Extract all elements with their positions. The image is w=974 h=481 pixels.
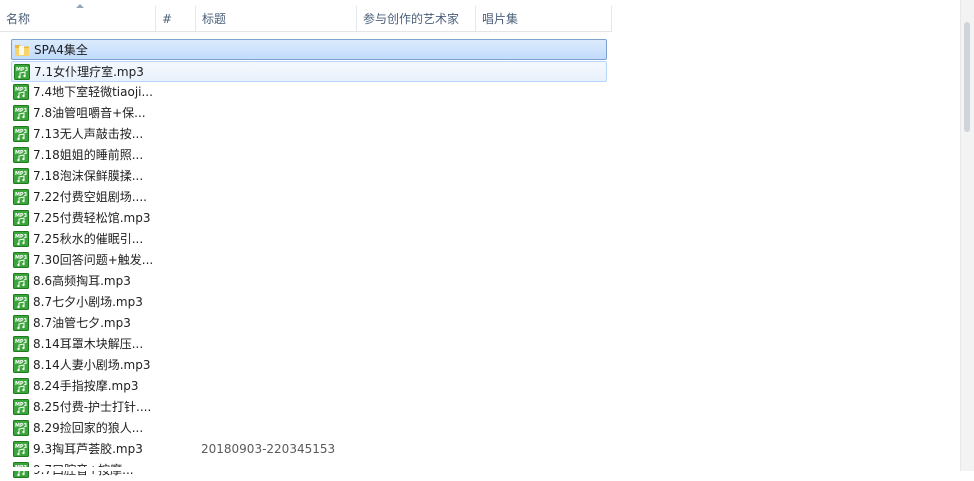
list-item[interactable]: MP3 7.25秋水的催眠引... (11, 229, 607, 250)
list-item[interactable]: MP3 7.18泡沫保鲜膜揉... (11, 166, 607, 187)
list-item-name: 9.3掏耳芦荟胶.mp3 (33, 442, 143, 456)
mp3-file-icon: MP3 (13, 168, 29, 184)
mp3-file-icon: MP3 (13, 378, 29, 394)
column-header-artist-label: 参与创作的艺术家 (363, 12, 460, 26)
column-header-name[interactable]: 名称 (0, 0, 156, 31)
list-item-title: 20180903-220345153 (201, 442, 336, 456)
list-item[interactable]: MP3 8.7七夕小剧场.mp3 (11, 292, 607, 313)
list-item[interactable]: MP3 7.30回答问题+触发... (11, 250, 607, 271)
list-item[interactable]: MP3 8.25付费-护士打针.... (11, 397, 607, 418)
column-divider[interactable] (611, 6, 612, 31)
mp3-file-icon: MP3 (13, 315, 29, 331)
list-item-name: 8.14人妻小剧场.mp3 (33, 358, 151, 372)
list-item[interactable]: MP3 8.14人妻小剧场.mp3 (11, 355, 607, 376)
column-header-title[interactable]: 标题 (196, 0, 357, 31)
list-item-name: 7.18姐姐的睡前照... (33, 148, 144, 162)
mp3-file-icon: MP3 (13, 336, 29, 352)
mp3-file-icon: MP3 (13, 210, 29, 226)
list-item[interactable]: MP3 7.18姐姐的睡前照... (11, 145, 607, 166)
list-item-name: 7.22付费空姐剧场.... (33, 190, 147, 204)
list-item[interactable]: MP3 7.8油管咀嚼音+保... (11, 103, 607, 124)
list-item-name: SPA4集全 (34, 43, 88, 57)
list-item[interactable]: MP3 7.4地下室轻微tiaoji... (11, 82, 607, 103)
list-item[interactable]: MP3 7.13无人声敲击按... (11, 124, 607, 145)
list-item-name: 7.13无人声敲击按... (33, 127, 144, 141)
column-header-number[interactable]: # (156, 0, 196, 31)
mp3-file-icon: MP3 (14, 64, 30, 80)
mp3-file-icon: MP3 (13, 126, 29, 142)
list-item-name: 8.14耳罩木块解压... (33, 337, 144, 351)
mp3-file-icon: MP3 (13, 189, 29, 205)
list-item-name: 7.25秋水的催眠引... (33, 232, 144, 246)
mp3-file-icon: MP3 (13, 441, 29, 457)
mp3-file-icon: MP3 (13, 294, 29, 310)
list-item-name: 8.29捡回家的狼人... (33, 421, 144, 435)
list-item[interactable]: MP3 7.1女仆理疗室.mp3 (11, 61, 607, 82)
list-bottom-edge (0, 467, 974, 471)
sort-ascending-icon (76, 4, 84, 8)
mp3-file-icon: MP3 (13, 105, 29, 121)
list-item[interactable]: MP3 7.25付费轻松馆.mp3 (11, 208, 607, 229)
list-item-name: 8.7油管七夕.mp3 (33, 316, 131, 330)
list-item[interactable]: MP3 9.3掏耳芦荟胶.mp3 20180903-220345153 (11, 439, 607, 460)
list-item[interactable]: MP3 8.14耳罩木块解压... (11, 334, 607, 355)
column-header-title-label: 标题 (202, 12, 227, 26)
column-header-bar: 名称 # 标题 参与创作的艺术家 唱片集 (0, 0, 612, 32)
mp3-file-icon: MP3 (13, 252, 29, 268)
folder-icon (14, 42, 30, 58)
list-item-name: 8.24手指按摩.mp3 (33, 379, 139, 393)
column-header-album[interactable]: 唱片集 (476, 0, 612, 31)
column-header-name-label: 名称 (6, 12, 31, 26)
list-item-name: 7.18泡沫保鲜膜揉... (33, 169, 144, 183)
column-header-album-label: 唱片集 (482, 12, 519, 26)
list-item-name: 7.8油管咀嚼音+保... (33, 106, 146, 120)
list-item[interactable]: MP3 8.6高频掏耳.mp3 (11, 271, 607, 292)
column-header-number-label: # (162, 12, 173, 26)
mp3-file-icon: MP3 (13, 231, 29, 247)
mp3-file-icon: MP3 (13, 357, 29, 373)
list-item[interactable]: MP3 7.22付费空姐剧场.... (11, 187, 607, 208)
list-item-name: 7.1女仆理疗室.mp3 (34, 65, 144, 79)
list-item-name: 8.25付费-护士打针.... (33, 400, 152, 414)
list-item-name: 7.30回答问题+触发... (33, 253, 154, 267)
list-item[interactable]: MP3 8.24手指按摩.mp3 (11, 376, 607, 397)
vertical-scrollbar[interactable] (960, 0, 974, 471)
scrollbar-thumb[interactable] (964, 22, 970, 132)
list-item[interactable]: MP3 8.7油管七夕.mp3 (11, 313, 607, 334)
column-header-artist[interactable]: 参与创作的艺术家 (357, 0, 476, 31)
list-item-name: 8.6高频掏耳.mp3 (33, 274, 131, 288)
list-item-name: 7.25付费轻松馆.mp3 (33, 211, 151, 225)
list-item-folder[interactable]: SPA4集全 (11, 39, 607, 60)
list-item-name: 7.4地下室轻微tiaoji... (33, 85, 153, 99)
mp3-file-icon: MP3 (13, 399, 29, 415)
mp3-file-icon: MP3 (13, 273, 29, 289)
list-item-name: 8.7七夕小剧场.mp3 (33, 295, 143, 309)
mp3-file-icon: MP3 (13, 147, 29, 163)
list-item[interactable]: MP3 8.29捡回家的狼人... (11, 418, 607, 439)
mp3-file-icon: MP3 (13, 420, 29, 436)
mp3-file-icon: MP3 (13, 84, 29, 100)
